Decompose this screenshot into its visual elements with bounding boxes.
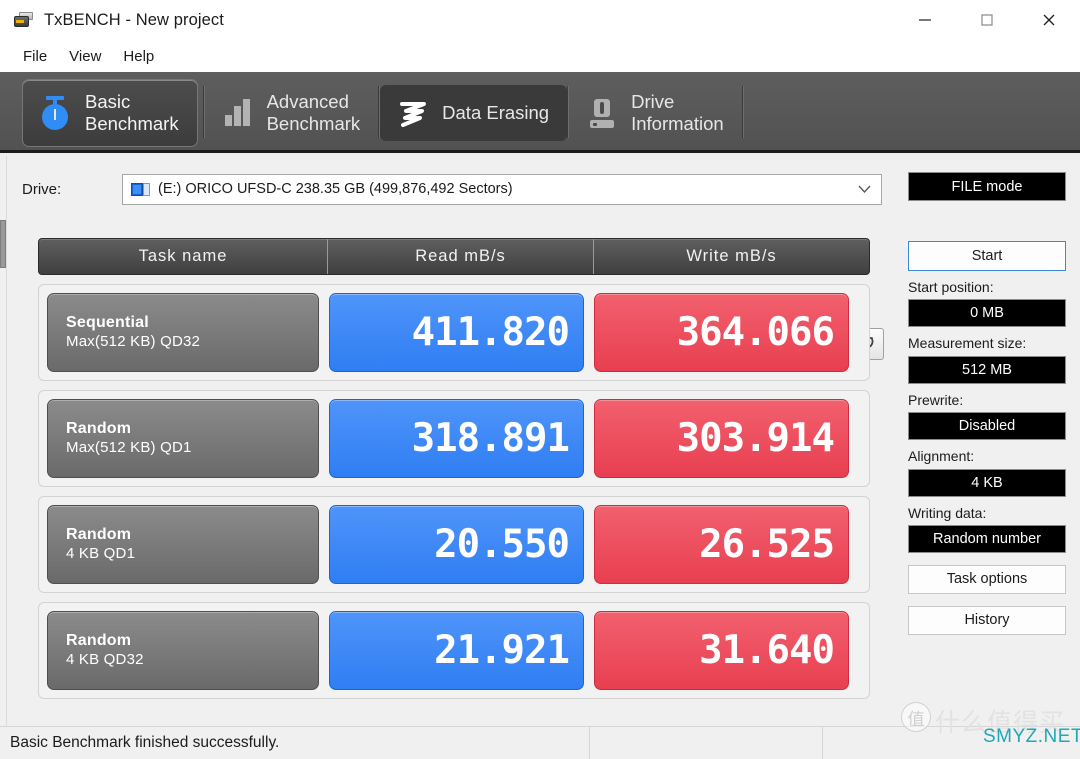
window-controls — [894, 0, 1080, 40]
title-bar-left: TxBENCH - New project — [0, 11, 894, 30]
menu-item-help[interactable]: Help — [112, 46, 165, 67]
close-button[interactable] — [1018, 0, 1080, 40]
task-name-line1: Random — [66, 632, 132, 650]
task-options-button[interactable]: Task options — [908, 564, 1066, 594]
benchmark-results: Task name Read mB/s Write mB/s Sequentia… — [38, 238, 870, 699]
tab-separator — [741, 86, 744, 138]
start-position-value[interactable]: 0 MB — [908, 299, 1066, 328]
table-row: Sequential Max(512 KB) QD32 411.820 364.… — [38, 284, 870, 381]
history-button[interactable]: History — [908, 605, 1066, 635]
start-button[interactable]: Start — [908, 241, 1066, 271]
tab-data-erasing-label: Data Erasing — [442, 102, 550, 124]
status-bar: Basic Benchmark finished successfully. — [0, 726, 1080, 759]
header-read: Read mB/s — [327, 239, 593, 274]
removable-drive-icon — [131, 182, 151, 197]
task-name-line1: Random — [66, 420, 132, 438]
tab-drive-information-label: Drive Information — [631, 91, 724, 134]
file-mode-indicator[interactable]: FILE mode — [908, 172, 1066, 201]
write-value: 364.066 — [676, 310, 835, 355]
window-title: TxBENCH - New project — [44, 10, 224, 29]
tab-data-erasing[interactable]: Data Erasing — [380, 85, 568, 141]
task-name-cell[interactable]: Random 4 KB QD1 — [47, 505, 319, 584]
measurement-size-label: Measurement size: — [908, 335, 1027, 352]
status-pane-3 — [823, 727, 1080, 759]
vertical-scrollbar[interactable] — [0, 156, 7, 726]
tab-basic-benchmark-label: Basic Benchmark — [85, 91, 179, 134]
prewrite-label: Prewrite: — [908, 391, 964, 408]
results-header-row: Task name Read mB/s Write mB/s — [38, 238, 870, 275]
table-row: Random Max(512 KB) QD1 318.891 303.914 — [38, 390, 870, 487]
write-value-cell: 303.914 — [594, 399, 849, 478]
read-value-cell: 21.921 — [329, 611, 584, 690]
task-name-cell[interactable]: Random Max(512 KB) QD1 — [47, 399, 319, 478]
status-pane-2 — [590, 727, 823, 759]
main-content: Drive: (E:) ORICO UFSD-C 238.35 GB (499,… — [0, 156, 1080, 726]
task-name-line2: 4 KB QD32 — [66, 651, 144, 669]
hard-drive-icon — [585, 94, 619, 132]
measurement-size-value[interactable]: 512 MB — [908, 355, 1066, 384]
writing-data-label: Writing data: — [908, 504, 987, 521]
options-sidebar: FILE mode Start Start position: 0 MB Mea… — [908, 172, 1066, 635]
task-name-line1: Random — [66, 526, 132, 544]
tab-advanced-benchmark-label: Advanced Benchmark — [266, 91, 361, 134]
title-bar: TxBENCH - New project — [0, 0, 1080, 41]
alignment-value[interactable]: 4 KB — [908, 468, 1066, 497]
alignment-label: Alignment: — [908, 448, 975, 465]
txbench-app-icon — [13, 11, 35, 29]
read-value: 318.891 — [411, 416, 570, 461]
drive-select[interactable]: (E:) ORICO UFSD-C 238.35 GB (499,876,492… — [122, 173, 882, 205]
write-value: 31.640 — [699, 628, 835, 673]
writing-data-value[interactable]: Random number — [908, 524, 1066, 553]
read-value: 411.820 — [411, 310, 570, 355]
menu-bar: File View Help — [0, 40, 1080, 72]
start-position-label: Start position: — [908, 279, 994, 295]
drive-select-value: (E:) ORICO UFSD-C 238.35 GB (499,876,492… — [158, 181, 513, 197]
header-write: Write mB/s — [593, 239, 869, 274]
write-value-cell: 26.525 — [594, 505, 849, 584]
header-task-name: Task name — [138, 247, 228, 265]
read-value-cell: 411.820 — [329, 293, 584, 372]
read-value: 20.550 — [434, 522, 570, 567]
status-message: Basic Benchmark finished successfully. — [0, 727, 590, 759]
drive-row: Drive: (E:) ORICO UFSD-C 238.35 GB (499,… — [22, 172, 882, 206]
table-row: Random 4 KB QD1 20.550 26.525 — [38, 496, 870, 593]
prewrite-value[interactable]: Disabled — [908, 412, 1066, 441]
chevron-down-icon[interactable] — [853, 185, 875, 194]
bar-chart-icon — [221, 94, 255, 132]
tab-strip: Basic Benchmark Advanced Benchmark Data … — [0, 72, 1080, 153]
task-name-line2: Max(512 KB) QD1 — [66, 439, 192, 457]
read-value-cell: 20.550 — [329, 505, 584, 584]
minimize-button[interactable] — [894, 0, 956, 40]
write-value: 303.914 — [676, 416, 835, 461]
read-value-cell: 318.891 — [329, 399, 584, 478]
table-row: Random 4 KB QD32 21.921 31.640 — [38, 602, 870, 699]
write-value: 26.525 — [699, 522, 835, 567]
drive-label: Drive: — [22, 180, 62, 198]
task-name-cell[interactable]: Random 4 KB QD32 — [47, 611, 319, 690]
txbench-window: TxBENCH - New project File View Help Bas… — [0, 0, 1080, 759]
write-value-cell: 364.066 — [594, 293, 849, 372]
tab-advanced-benchmark[interactable]: Advanced Benchmark — [205, 79, 379, 147]
menu-item-file[interactable]: File — [12, 46, 58, 67]
task-name-line1: Sequential — [66, 314, 149, 332]
stopwatch-icon — [39, 94, 73, 132]
tab-drive-information[interactable]: Drive Information — [569, 79, 742, 147]
menu-item-view[interactable]: View — [58, 46, 112, 67]
task-name-cell[interactable]: Sequential Max(512 KB) QD32 — [47, 293, 319, 372]
eraser-scribble-icon — [396, 94, 430, 132]
tab-basic-benchmark[interactable]: Basic Benchmark — [22, 79, 198, 147]
read-value: 21.921 — [434, 628, 570, 673]
task-name-line2: 4 KB QD1 — [66, 545, 136, 563]
write-value-cell: 31.640 — [594, 611, 849, 690]
task-name-line2: Max(512 KB) QD32 — [66, 333, 201, 351]
scrollbar-thumb[interactable] — [0, 220, 6, 268]
maximize-button[interactable] — [956, 0, 1018, 40]
